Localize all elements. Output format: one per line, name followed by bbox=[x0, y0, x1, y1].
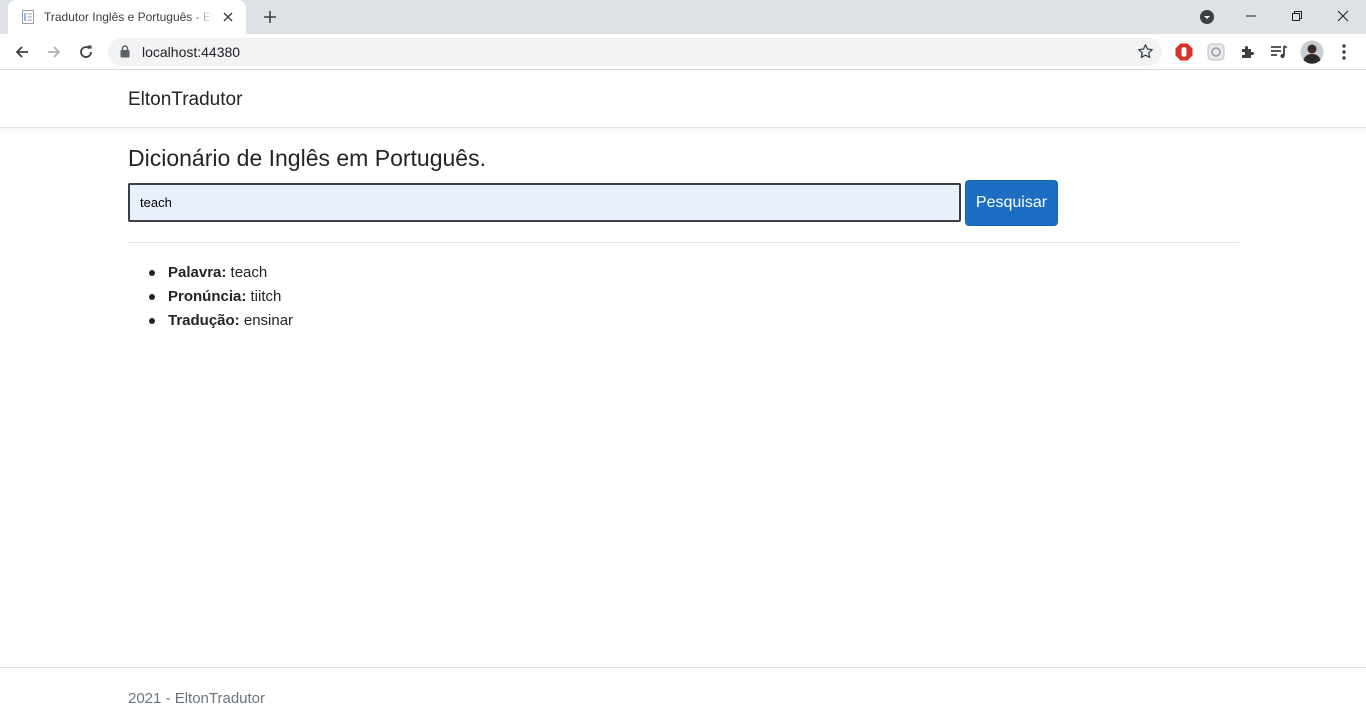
tab-search-icon[interactable] bbox=[1197, 7, 1217, 27]
result-value: tiitch bbox=[250, 288, 282, 305]
lock-icon[interactable] bbox=[120, 45, 130, 63]
result-value: teach bbox=[230, 264, 268, 281]
footer-text: 2021 - EltonTradutor bbox=[128, 690, 266, 707]
adblock-extension-icon[interactable] bbox=[1174, 42, 1194, 62]
site-header: EltonTradutor bbox=[0, 71, 1366, 128]
media-queue-icon[interactable] bbox=[1269, 42, 1289, 62]
result-list: Palavra: teach Pronúncia: tiitch Traduçã… bbox=[148, 261, 294, 333]
result-label: Tradução: bbox=[168, 312, 240, 329]
new-tab-icon[interactable] bbox=[258, 5, 282, 29]
puzzle-icon[interactable] bbox=[1238, 42, 1258, 62]
brand-link[interactable]: EltonTradutor bbox=[128, 89, 242, 111]
reload-icon[interactable] bbox=[72, 38, 100, 66]
back-icon[interactable] bbox=[8, 38, 36, 66]
forward-icon[interactable] bbox=[40, 38, 68, 66]
profile-avatar[interactable] bbox=[1300, 40, 1324, 64]
result-translation: Tradução: ensinar bbox=[148, 309, 294, 333]
search-button[interactable]: Pesquisar bbox=[965, 180, 1058, 226]
document-icon bbox=[20, 9, 36, 25]
result-value: ensinar bbox=[243, 312, 294, 329]
close-icon[interactable] bbox=[1320, 0, 1366, 32]
result-label: Palavra: bbox=[168, 264, 227, 281]
tab-close-icon[interactable] bbox=[220, 9, 236, 25]
url-text: localhost:44380 bbox=[142, 44, 241, 60]
kebab-menu-icon[interactable] bbox=[1334, 42, 1354, 62]
result-word: Palavra: teach bbox=[148, 261, 293, 285]
result-label: Pronúncia: bbox=[168, 288, 247, 305]
extension-icon[interactable] bbox=[1206, 42, 1226, 62]
star-icon[interactable] bbox=[1137, 43, 1154, 65]
minimize-icon[interactable] bbox=[1228, 0, 1274, 32]
site-footer: 2021 - EltonTradutor bbox=[0, 667, 1366, 728]
restore-icon[interactable] bbox=[1274, 0, 1320, 32]
address-bar[interactable]: localhost:44380 bbox=[108, 38, 1162, 66]
divider bbox=[128, 242, 1239, 243]
search-input[interactable] bbox=[128, 183, 961, 222]
tab-strip: Tradutor Inglês e Português - EltonTradu… bbox=[0, 0, 1366, 34]
result-pronunciation: Pronúncia: tiitch bbox=[148, 285, 293, 309]
browser-tab[interactable]: Tradutor Inglês e Português - EltonTradu… bbox=[8, 0, 246, 34]
browser-toolbar: localhost:44380 bbox=[0, 34, 1366, 70]
tab-title: Tradutor Inglês e Português - EltonTradu… bbox=[44, 10, 214, 24]
page-title: Dicionário de Inglês em Português. bbox=[128, 145, 486, 171]
